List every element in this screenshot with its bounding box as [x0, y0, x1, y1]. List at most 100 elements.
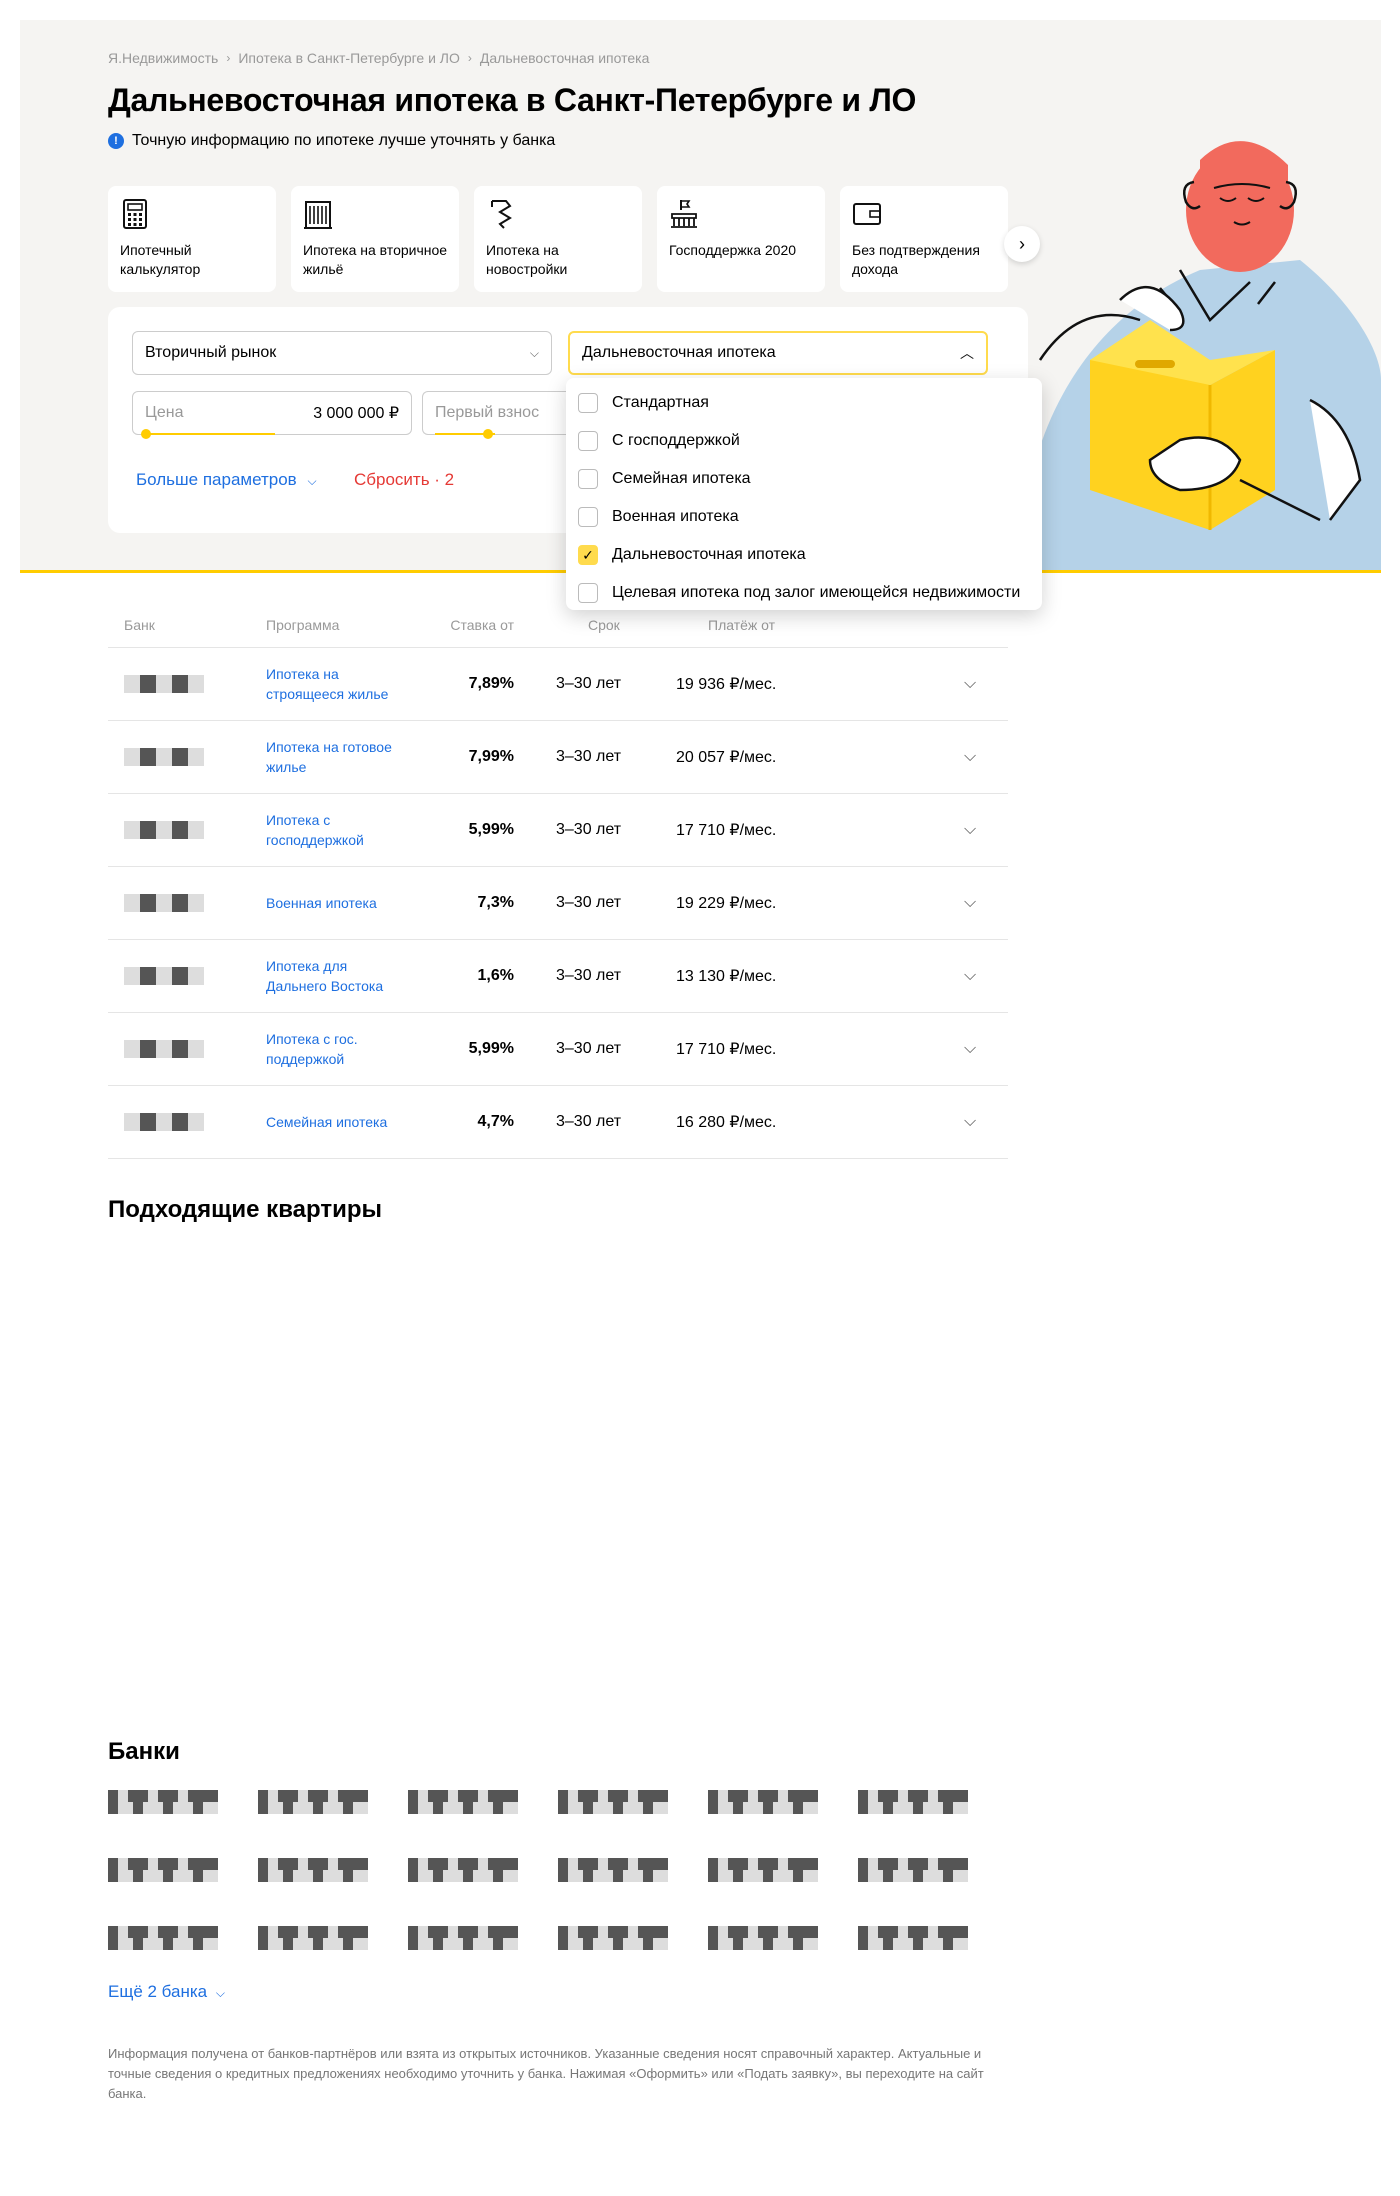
- downpayment-input[interactable]: Первый взнос: [422, 391, 572, 439]
- market-select-value: Вторичный рынок: [145, 344, 277, 361]
- payment-value: 19 936 ₽/мес.: [676, 676, 777, 693]
- term-value: 3–30 лет: [556, 1040, 622, 1057]
- dropdown-option[interactable]: Семейная ипотека: [566, 460, 1042, 498]
- card-calculator[interactable]: Ипотечный калькулятор: [108, 186, 276, 292]
- bank-logo: [124, 821, 204, 839]
- program-link[interactable]: Ипотека с господдержкой: [266, 810, 406, 850]
- program-link[interactable]: Ипотека на строящееся жилье: [266, 664, 406, 704]
- bank-logo[interactable]: [558, 1926, 668, 1950]
- chevron-right-icon[interactable]: ›: [1004, 226, 1040, 262]
- banks-more-label: Ещё 2 банка: [108, 1982, 208, 2001]
- checkbox[interactable]: [578, 469, 598, 489]
- chevron-down-icon[interactable]: ⌵: [964, 748, 976, 766]
- card-state-support[interactable]: Господдержка 2020: [657, 186, 825, 292]
- rate-value: 7,89%: [468, 675, 514, 692]
- bank-logo[interactable]: [108, 1858, 218, 1882]
- card-no-income[interactable]: Без подтверждения дохода: [840, 186, 1008, 292]
- table-row[interactable]: Ипотека с господдержкой 5,99% 3–30 лет 17 7…: [108, 794, 1008, 867]
- term-value: 3–30 лет: [556, 1113, 622, 1130]
- bank-logo[interactable]: [558, 1790, 668, 1814]
- table-row[interactable]: Ипотека на строящееся жилье 7,89% 3–30 лет…: [108, 648, 1008, 721]
- program-link[interactable]: Ипотека на готовое жилье: [266, 737, 406, 777]
- checkbox[interactable]: [578, 583, 598, 603]
- program-link[interactable]: Ипотека для Дальнего Востока: [266, 956, 406, 996]
- term-value: 3–30 лет: [556, 748, 622, 765]
- bank-logo[interactable]: [408, 1926, 518, 1950]
- info-note: ! Точную информацию по ипотеке лучше уто…: [108, 132, 555, 150]
- bank-logo[interactable]: [258, 1926, 368, 1950]
- bank-logo[interactable]: [708, 1858, 818, 1882]
- downpayment-placeholder: Первый взнос: [435, 404, 540, 421]
- info-note-text: Точную информацию по ипотеке лучше уточн…: [132, 132, 556, 149]
- bank-logo[interactable]: [408, 1790, 518, 1814]
- program-dropdown: Стандартная С господдержкой Семейная ипо…: [566, 378, 1042, 610]
- program-link[interactable]: Военная ипотека: [266, 893, 406, 913]
- chevron-down-icon[interactable]: ⌵: [964, 1113, 976, 1131]
- bank-logo[interactable]: [558, 1858, 668, 1882]
- payment-value: 17 710 ₽/мес.: [676, 1041, 777, 1058]
- banks-more-link[interactable]: Ещё 2 банка ⌵: [108, 1982, 225, 2002]
- option-label: Семейная ипотека: [612, 470, 751, 487]
- card-label: Господдержка 2020: [669, 242, 797, 258]
- bank-logo[interactable]: [858, 1926, 968, 1950]
- reset-link[interactable]: Сбросить · 2: [354, 470, 454, 490]
- header-term: Срок: [588, 616, 620, 633]
- table-row[interactable]: Ипотека на готовое жилье 7,99% 3–30 лет 20 …: [108, 721, 1008, 794]
- breadcrumb-item-city[interactable]: Ипотека в Санкт-Петербурге и ЛО: [238, 50, 460, 66]
- market-select[interactable]: Вторичный рынок ⌵: [132, 331, 552, 375]
- price-input[interactable]: Цена 3 000 000 ₽: [132, 391, 412, 439]
- checkbox[interactable]: [578, 507, 598, 527]
- breadcrumb-item-home[interactable]: Я.Недвижимость: [108, 50, 218, 66]
- calculator-icon: [123, 199, 147, 229]
- bank-logo[interactable]: [858, 1858, 968, 1882]
- dropdown-option[interactable]: Военная ипотека: [566, 498, 1042, 536]
- payment-value: 16 280 ₽/мес.: [676, 1114, 777, 1131]
- table-row[interactable]: Военная ипотека 7,3% 3–30 лет 19 229 ₽/мес.…: [108, 867, 1008, 940]
- term-value: 3–30 лет: [556, 821, 622, 838]
- more-params-link[interactable]: Больше параметров ⌵: [136, 470, 317, 490]
- bank-logo[interactable]: [108, 1926, 218, 1950]
- term-value: 3–30 лет: [556, 894, 622, 911]
- table-row[interactable]: Ипотека для Дальнего Востока 1,6% 3–30 лет…: [108, 940, 1008, 1013]
- option-label: Целевая ипотека под залог имеющейся недв…: [612, 584, 1021, 601]
- chevron-down-icon[interactable]: ⌵: [964, 894, 976, 912]
- bank-logo[interactable]: [108, 1790, 218, 1814]
- dropdown-option[interactable]: Стандартная: [566, 384, 1042, 422]
- checkbox-checked[interactable]: ✓: [578, 545, 598, 565]
- price-placeholder: Цена: [145, 404, 184, 421]
- dropdown-option[interactable]: Целевая ипотека под залог имеющейся недв…: [566, 574, 1042, 612]
- price-slider-track: [145, 433, 275, 435]
- chevron-down-icon[interactable]: ⌵: [964, 821, 976, 839]
- checkmark-icon: ✓: [582, 546, 594, 563]
- banks-grid: [108, 1790, 1008, 1950]
- option-label: Военная ипотека: [612, 508, 739, 525]
- program-select[interactable]: Дальневосточная ипотека ︿: [568, 331, 988, 375]
- checkbox[interactable]: [578, 393, 598, 413]
- card-label: Без подтверждения дохода: [852, 242, 980, 277]
- bank-logo[interactable]: [258, 1790, 368, 1814]
- bank-logo[interactable]: [708, 1926, 818, 1950]
- chevron-down-icon[interactable]: ⌵: [964, 675, 976, 693]
- program-link[interactable]: Семейная ипотека: [266, 1112, 406, 1132]
- dropdown-option[interactable]: С господдержкой: [566, 422, 1042, 460]
- breadcrumb-item-current: Дальневосточная ипотека: [479, 50, 650, 66]
- table-row[interactable]: Ипотека с гос. поддержкой 5,99% 3–30 лет 17…: [108, 1013, 1008, 1086]
- chevron-down-icon[interactable]: ⌵: [964, 1040, 976, 1058]
- bank-logo[interactable]: [858, 1790, 968, 1814]
- checkbox[interactable]: [578, 431, 598, 451]
- bank-logo[interactable]: [408, 1858, 518, 1882]
- term-value: 3–30 лет: [556, 967, 622, 984]
- table-row[interactable]: Семейная ипотека 4,7% 3–30 лет 16 280 ₽/мес…: [108, 1086, 1008, 1159]
- card-new-buildings[interactable]: Ипотека на новостройки: [474, 186, 642, 292]
- dropdown-option[interactable]: ✓ Дальневосточная ипотека: [566, 536, 1042, 574]
- header-payment: Платёж от: [708, 616, 776, 633]
- bank-logo[interactable]: [708, 1790, 818, 1814]
- chevron-down-icon: ⌵: [307, 474, 317, 488]
- downpayment-slider-handle[interactable]: [483, 429, 493, 439]
- chevron-down-icon[interactable]: ⌵: [964, 967, 976, 985]
- card-secondary[interactable]: Ипотека на вторичное жильё: [291, 186, 459, 292]
- program-link[interactable]: Ипотека с гос. поддержкой: [266, 1029, 406, 1069]
- price-slider-handle[interactable]: [141, 429, 151, 439]
- quick-links: Ипотечный калькулятор Ипотека на вторичн…: [108, 186, 1008, 292]
- bank-logo[interactable]: [258, 1858, 368, 1882]
